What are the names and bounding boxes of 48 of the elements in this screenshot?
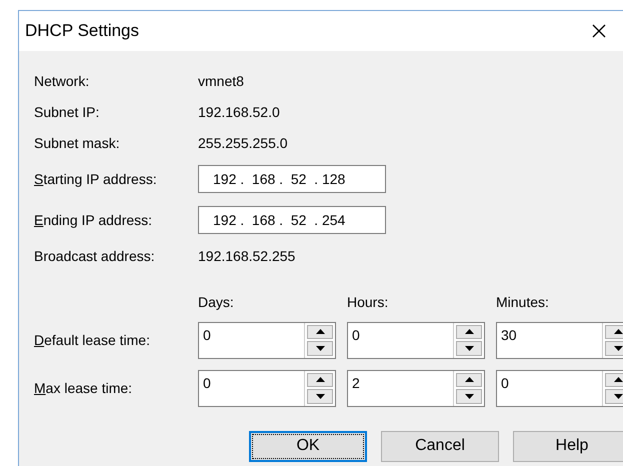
dialog-button[interactable]: Help — [513, 430, 623, 462]
column-header: Hours: — [347, 294, 390, 310]
ip-address-field[interactable]: 192 . 168 . 52 . 128 — [198, 164, 386, 192]
field-value: vmnet8 — [198, 72, 244, 88]
field-label: Network: — [34, 72, 90, 88]
spin-field[interactable]: 0 — [347, 322, 485, 358]
field-value: 255.255.255.0 — [198, 134, 288, 150]
field-label: Ending IP address: — [34, 212, 154, 228]
spin-up-button[interactable] — [307, 324, 333, 339]
field-label: Subnet IP: — [34, 104, 100, 120]
down-arrow-icon — [614, 346, 622, 351]
up-arrow-icon — [316, 329, 324, 334]
spin-field[interactable]: 0 — [198, 322, 336, 358]
spin-field[interactable]: 0 — [198, 370, 336, 406]
field-label: Default lease time: — [34, 332, 151, 348]
close-icon[interactable] — [592, 24, 606, 38]
field-value: 192.168.52.255 — [198, 248, 296, 264]
spin-field[interactable]: 0 — [496, 370, 623, 406]
down-arrow-icon — [316, 394, 324, 399]
spin-up-button[interactable] — [307, 372, 333, 387]
spin-up-button[interactable] — [456, 372, 482, 387]
spin-field[interactable]: 2 — [347, 370, 485, 406]
down-arrow-icon — [464, 346, 474, 351]
spin-up-button[interactable] — [456, 324, 482, 339]
spin-field[interactable]: 30 — [496, 322, 623, 358]
down-arrow-icon — [614, 394, 622, 399]
spin-down-button[interactable] — [307, 389, 333, 404]
field-label: Starting IP address: — [34, 170, 158, 186]
spin-down-button[interactable] — [307, 341, 333, 356]
field-label: Broadcast address: — [34, 248, 156, 264]
spin-down-button[interactable] — [456, 341, 482, 356]
field-value: 192.168.52.0 — [198, 104, 280, 120]
up-arrow-icon — [614, 329, 622, 334]
field-label: Subnet mask: — [34, 134, 121, 150]
dialog-button[interactable]: OK — [249, 430, 367, 462]
field-label: Max lease time: — [34, 380, 134, 396]
up-arrow-icon — [464, 329, 474, 334]
down-arrow-icon — [464, 394, 474, 399]
window-title: DHCP Settings — [25, 21, 140, 41]
column-header: Minutes: — [496, 294, 550, 310]
up-arrow-icon — [614, 377, 622, 382]
down-arrow-icon — [316, 346, 324, 351]
dialog-button[interactable]: Cancel — [381, 430, 499, 462]
ip-address-field[interactable]: 192 . 168 . 52 . 254 — [198, 206, 386, 234]
up-arrow-icon — [316, 377, 324, 382]
column-header: Days: — [198, 294, 235, 310]
spin-down-button[interactable] — [456, 389, 482, 404]
up-arrow-icon — [464, 377, 474, 382]
